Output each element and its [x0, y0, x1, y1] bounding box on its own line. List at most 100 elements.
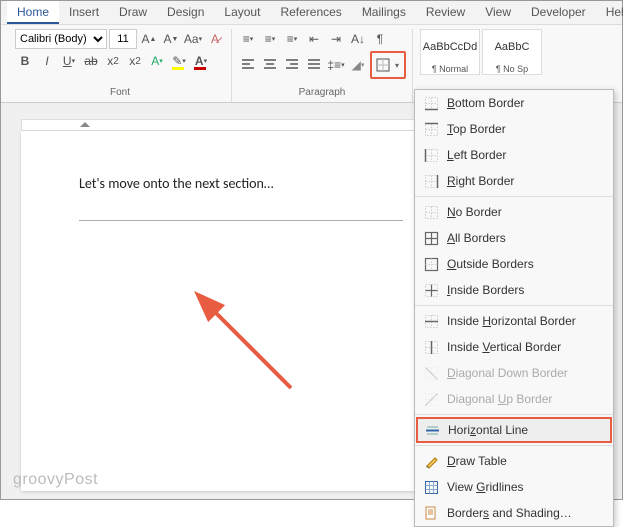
superscript-button[interactable]: x2 — [125, 51, 145, 71]
highlight-button[interactable]: ✎▾ — [169, 51, 189, 71]
tab-home[interactable]: Home — [7, 1, 59, 24]
border-menu-label: View Gridlines — [447, 480, 524, 494]
border-right-icon — [423, 173, 439, 189]
font-name-select[interactable]: Calibri (Body) — [15, 29, 107, 49]
border-menu-left[interactable]: Left Border — [415, 142, 613, 168]
border-menu-label: Inside Horizontal Border — [447, 314, 576, 328]
border-menu-label: Inside Borders — [447, 283, 524, 297]
border-menu-label: Bottom Border — [447, 96, 524, 110]
border-menu-dd: Diagonal Down Border — [415, 360, 613, 386]
border-menu-right[interactable]: Right Border — [415, 168, 613, 194]
border-menu-outside[interactable]: Outside Borders — [415, 251, 613, 277]
line-spacing-button[interactable]: ‡≡▾ — [326, 55, 346, 75]
border-none-icon — [423, 204, 439, 220]
bullets-button[interactable]: ≡▾ — [238, 29, 258, 49]
numbering-button[interactable]: ≡▾ — [260, 29, 280, 49]
border-menu-label: Right Border — [447, 174, 514, 188]
tab-insert[interactable]: Insert — [59, 1, 109, 24]
tab-review[interactable]: Review — [416, 1, 475, 24]
border-menu-ih[interactable]: Inside Horizontal Border — [415, 308, 613, 334]
clear-format-button[interactable]: A̷ — [205, 29, 225, 49]
tab-references[interactable]: References — [270, 1, 351, 24]
border-menu-label: Diagonal Down Border — [447, 366, 568, 380]
underline-button[interactable]: U▾ — [59, 51, 79, 71]
border-all-icon — [423, 230, 439, 246]
border-menu-label: No Border — [447, 205, 502, 219]
tab-help[interactable]: Help — [596, 1, 623, 24]
paragraph-group: ≡▾ ≡▾ ≡▾ ⇤ ⇥ A↓ ¶ ‡≡▾ ◢▾ ▾ — [232, 29, 413, 102]
border-menu-label: Diagonal Up Border — [447, 392, 552, 406]
border-inside-icon — [423, 282, 439, 298]
tab-mailings[interactable]: Mailings — [352, 1, 416, 24]
border-menu-label: Top Border — [447, 122, 506, 136]
tab-layout[interactable]: Layout — [214, 1, 270, 24]
sort-button[interactable]: A↓ — [348, 29, 368, 49]
align-right-button[interactable] — [282, 55, 302, 75]
font-color-button[interactable]: A▾ — [191, 51, 211, 71]
style-1[interactable]: AaBbC¶ No Sp — [482, 29, 542, 75]
styles-gallery[interactable]: AaBbCcDd¶ NormalAaBbC¶ No Sp — [419, 29, 543, 75]
tab-developer[interactable]: Developer — [521, 1, 596, 24]
grow-font-button[interactable]: A▲ — [139, 29, 159, 49]
border-menu-label: Draw Table — [447, 454, 507, 468]
border-outside-icon — [423, 256, 439, 272]
decrease-indent-button[interactable]: ⇤ — [304, 29, 324, 49]
border-dd-icon — [423, 365, 439, 381]
font-size-input[interactable] — [109, 29, 137, 49]
border-menu-label: Borders and Shading… — [447, 506, 572, 520]
border-menu-inside[interactable]: Inside Borders — [415, 277, 613, 303]
bold-button[interactable]: B — [15, 51, 35, 71]
border-menu-label: Inside Vertical Border — [447, 340, 561, 354]
strike-button[interactable]: ab — [81, 51, 101, 71]
border-menu-top[interactable]: Top Border — [415, 116, 613, 142]
justify-button[interactable] — [304, 55, 324, 75]
border-menu-iv[interactable]: Inside Vertical Border — [415, 334, 613, 360]
subscript-button[interactable]: x2 — [103, 51, 123, 71]
border-menu-hz[interactable]: Horizontal Line — [416, 417, 612, 443]
border-du-icon — [423, 391, 439, 407]
align-left-button[interactable] — [238, 55, 258, 75]
watermark: groovyPost — [13, 471, 98, 489]
paragraph-group-label: Paragraph — [299, 85, 346, 102]
border-menu-draw[interactable]: Draw Table — [415, 448, 613, 474]
ruler[interactable] — [21, 119, 461, 131]
border-left-icon — [423, 147, 439, 163]
multilevel-button[interactable]: ≡▾ — [282, 29, 302, 49]
border-bottom-icon — [423, 95, 439, 111]
border-menu-bottom[interactable]: Bottom Border — [415, 90, 613, 116]
font-group-label: Font — [110, 85, 130, 102]
horizontal-line — [79, 220, 403, 221]
border-top-icon — [423, 121, 439, 137]
change-case-button[interactable]: Aa▾ — [183, 29, 203, 49]
style-0[interactable]: AaBbCcDd¶ Normal — [420, 29, 480, 75]
border-iv-icon — [423, 339, 439, 355]
border-dlg-icon — [423, 505, 439, 521]
border-ih-icon — [423, 313, 439, 329]
tab-view[interactable]: View — [475, 1, 521, 24]
ribbon-tabs: HomeInsertDrawDesignLayoutReferencesMail… — [1, 1, 622, 25]
borders-button-highlight: ▾ — [370, 51, 406, 79]
borders-dropdown-menu: Bottom Border Top Border Left Border Right … — [414, 89, 614, 527]
italic-button[interactable]: I — [37, 51, 57, 71]
border-hz-icon — [424, 422, 440, 438]
shading-button[interactable]: ◢▾ — [348, 55, 368, 75]
align-center-button[interactable] — [260, 55, 280, 75]
shrink-font-button[interactable]: A▼ — [161, 29, 181, 49]
border-menu-dlg[interactable]: Borders and Shading… — [415, 500, 613, 526]
border-menu-label: Horizontal Line — [448, 423, 528, 437]
border-menu-label: Outside Borders — [447, 257, 534, 271]
border-menu-none[interactable]: No Border — [415, 199, 613, 225]
show-marks-button[interactable]: ¶ — [370, 29, 390, 49]
border-menu-du: Diagonal Up Border — [415, 386, 613, 412]
tab-design[interactable]: Design — [157, 1, 214, 24]
increase-indent-button[interactable]: ⇥ — [326, 29, 346, 49]
border-draw-icon — [423, 453, 439, 469]
borders-button[interactable] — [374, 55, 392, 75]
document-page[interactable]: Let's move onto the next section… — [21, 131, 461, 491]
document-text: Let's move onto the next section… — [79, 175, 403, 192]
tab-draw[interactable]: Draw — [109, 1, 157, 24]
text-effects-button[interactable]: A▾ — [147, 51, 167, 71]
border-menu-all[interactable]: All Borders — [415, 225, 613, 251]
border-menu-grid[interactable]: View Gridlines — [415, 474, 613, 500]
borders-dropdown-toggle[interactable]: ▾ — [392, 61, 402, 70]
